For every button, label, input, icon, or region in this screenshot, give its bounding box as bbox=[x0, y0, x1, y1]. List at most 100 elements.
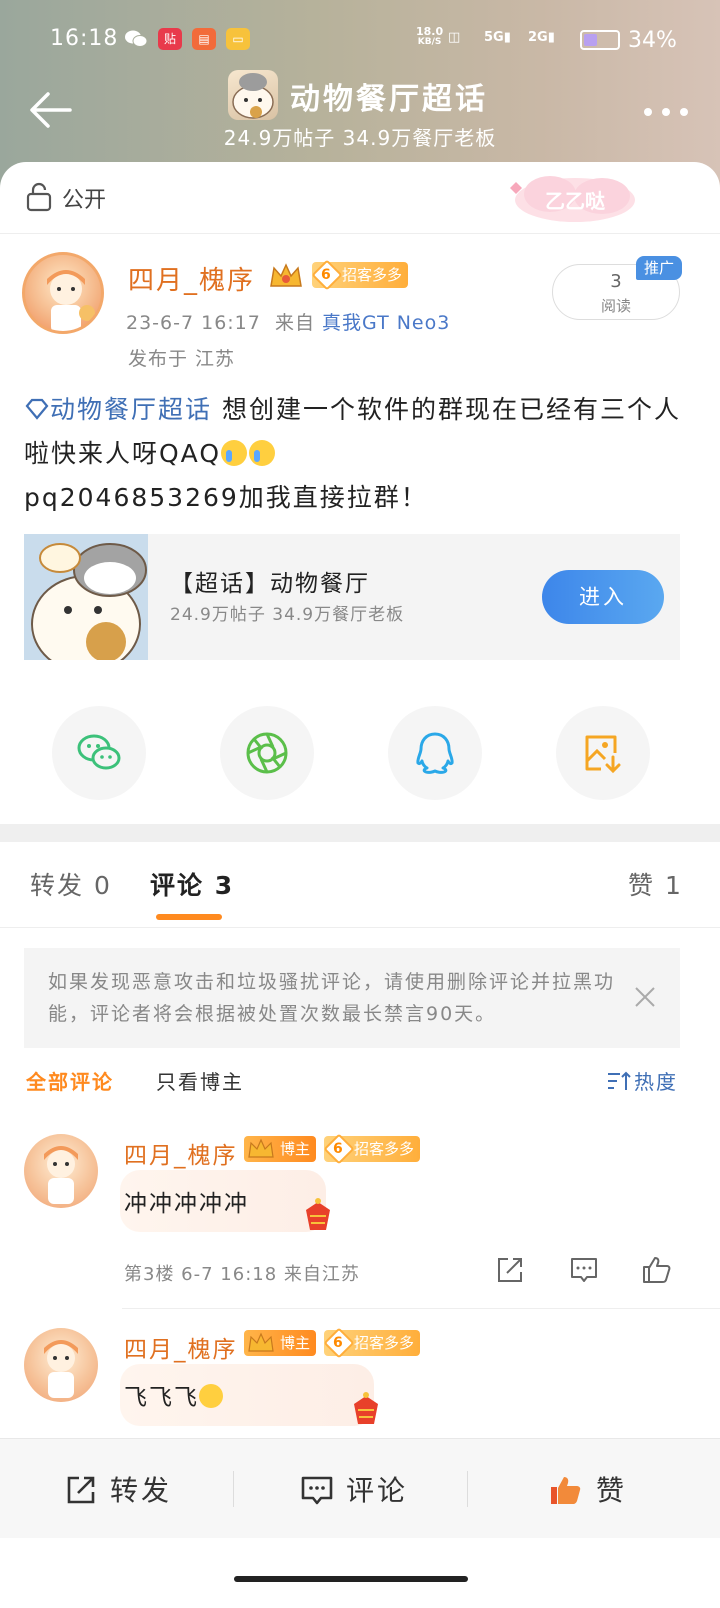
read-label: 阅读 bbox=[600, 297, 631, 315]
excited-emoji-icon bbox=[199, 1384, 223, 1408]
repost-icon bbox=[67, 1476, 95, 1504]
status-time: 16:18 bbox=[50, 26, 119, 51]
decoration-cloud: 乙乙哒 bbox=[510, 176, 635, 222]
filter-all-comments[interactable]: 全部评论 bbox=[26, 1066, 114, 1095]
network-speed: 18.0 KB/S bbox=[416, 25, 444, 47]
comment-meta: 第3楼 6-7 16:18 来自江苏 bbox=[124, 1264, 360, 1285]
crying-emoji-icon bbox=[249, 440, 276, 466]
topic-thumbnail bbox=[24, 534, 148, 660]
share-wechat-button[interactable] bbox=[52, 706, 146, 800]
qq-icon bbox=[416, 732, 454, 774]
post-device[interactable]: 真我GT Neo3 bbox=[322, 312, 450, 334]
like-comment-icon[interactable] bbox=[640, 1254, 672, 1286]
tab-likes[interactable]: 赞 1 bbox=[628, 866, 683, 902]
post-text-2: pq2046853269加我直接拉群！ bbox=[24, 483, 428, 512]
comment-item: 四月_槐序 博主 6 招客多多 冲冲冲冲冲 第3楼 6-7 16:18 来自江苏 bbox=[0, 1133, 720, 1310]
wechat-icon bbox=[77, 734, 121, 770]
reply-comment-icon[interactable] bbox=[568, 1254, 600, 1286]
post-location: 发布于 江苏 bbox=[128, 348, 236, 370]
tab-comments[interactable]: 评论 3 bbox=[150, 866, 234, 902]
post-meta: 23-6-7 16:17 来自 真我GT Neo3 bbox=[126, 312, 451, 334]
crown-icon bbox=[248, 1138, 274, 1158]
notes-notification-icon: ▭ bbox=[226, 28, 250, 50]
moderation-notice: 如果发现恶意攻击和垃圾骚扰评论，请使用删除评论并拉黑功能，评论者将会根据被处置次… bbox=[24, 948, 680, 1048]
section-divider bbox=[0, 824, 720, 842]
promo-tag[interactable]: 推广 bbox=[636, 256, 682, 280]
moments-icon bbox=[246, 732, 288, 774]
save-image-icon bbox=[585, 735, 621, 774]
level-badge: 6 招客多多 bbox=[323, 1133, 420, 1165]
sort-icon[interactable] bbox=[606, 1070, 632, 1092]
commenter-avatar[interactable] bbox=[24, 1134, 98, 1208]
owner-badge: 博主 bbox=[244, 1330, 316, 1356]
comment-item: 四月_槐序 博主 6 招客多多 飞飞飞 bbox=[0, 1327, 720, 1448]
owner-badge: 博主 bbox=[244, 1136, 316, 1162]
firecracker-icon bbox=[354, 1392, 378, 1424]
tab-repost[interactable]: 转发 0 bbox=[30, 866, 112, 902]
comment-button[interactable]: 评论 bbox=[296, 1439, 466, 1539]
topic-avatar[interactable] bbox=[228, 70, 278, 120]
post-card: 公开 乙乙哒 四月_槐序 6 招客多多 23-6-7 16:17 来自 真我GT… bbox=[0, 162, 720, 1462]
level-badge: 6 招客多多 bbox=[323, 1327, 420, 1359]
more-options-icon[interactable] bbox=[644, 108, 690, 118]
post-time: 23-6-7 16:17 bbox=[126, 312, 261, 334]
visibility-row: 公开 乙乙哒 bbox=[0, 162, 720, 234]
comment-text: 飞飞飞 bbox=[124, 1385, 199, 1411]
comment-filter-row: 全部评论 只看博主 热度 bbox=[0, 1062, 720, 1102]
level-badge: 6 招客多多 bbox=[311, 259, 408, 291]
topic-card-title: 【超话】动物餐厅 bbox=[170, 571, 370, 597]
comment-icon bbox=[301, 1476, 333, 1505]
wechat-notification-icon bbox=[124, 28, 148, 50]
battery-icon bbox=[580, 30, 620, 50]
svg-text:乙乙哒: 乙乙哒 bbox=[545, 189, 606, 213]
topic-card-subtitle: 24.9万帖子 34.9万餐厅老板 bbox=[170, 605, 405, 625]
topic-card[interactable]: 【超话】动物餐厅 24.9万帖子 34.9万餐厅老板 进入 bbox=[24, 534, 680, 660]
topic-tag-link[interactable]: 动物餐厅超话 bbox=[24, 395, 212, 424]
thumbs-up-icon bbox=[551, 1477, 581, 1504]
top-bar: 动物餐厅超话 24.9万帖子 34.9万餐厅老板 bbox=[0, 66, 720, 166]
commenter-avatar[interactable] bbox=[24, 1328, 98, 1402]
page-title: 动物餐厅超话 bbox=[290, 82, 488, 117]
notice-text: 如果发现恶意攻击和垃圾骚扰评论，请使用删除评论并拉黑功能，评论者将会根据被处置次… bbox=[48, 971, 616, 1025]
diamond-icon bbox=[25, 398, 49, 420]
comment-bubble: 飞飞飞 bbox=[120, 1364, 374, 1426]
reader-notification-icon: ▤ bbox=[192, 28, 216, 50]
repost-button[interactable]: 转发 bbox=[60, 1439, 230, 1539]
like-button[interactable]: 赞 bbox=[546, 1439, 666, 1539]
battery-percent: 34% bbox=[628, 28, 677, 53]
enter-button[interactable]: 进入 bbox=[542, 570, 664, 624]
share-comment-icon[interactable] bbox=[494, 1254, 526, 1286]
share-moments-button[interactable] bbox=[220, 706, 314, 800]
visibility-label: 公开 bbox=[62, 188, 107, 213]
tieba-notification-icon: 贴 bbox=[158, 28, 182, 50]
active-tab-indicator bbox=[156, 914, 222, 920]
crying-emoji-icon bbox=[221, 440, 248, 466]
firecracker-icon bbox=[306, 1198, 330, 1230]
signal-2-icon: 2G▮ bbox=[528, 30, 555, 45]
commenter-name[interactable]: 四月_槐序 bbox=[124, 1136, 238, 1170]
crown-icon bbox=[248, 1332, 274, 1352]
bar-separator bbox=[467, 1471, 468, 1507]
post-body: 动物餐厅超话 想创建一个软件的群现在已经有三个人啦快来人呀QAQ pq20468… bbox=[24, 388, 694, 520]
author-name[interactable]: 四月_槐序 bbox=[128, 260, 255, 297]
share-qq-button[interactable] bbox=[388, 706, 482, 800]
comment-text: 冲冲冲冲冲 bbox=[124, 1191, 249, 1217]
bar-separator bbox=[233, 1471, 234, 1507]
unlock-icon bbox=[26, 182, 52, 212]
share-row bbox=[0, 706, 720, 802]
filter-owner-only[interactable]: 只看博主 bbox=[156, 1066, 244, 1095]
hd-call-icon: ◫ bbox=[448, 30, 461, 45]
bottom-action-bar: 转发 评论 赞 bbox=[0, 1438, 720, 1538]
comment-divider bbox=[122, 1308, 720, 1309]
signal-1-icon: 5G▮ bbox=[484, 30, 511, 45]
close-icon[interactable] bbox=[634, 986, 656, 1008]
comment-bubble: 冲冲冲冲冲 bbox=[120, 1170, 326, 1232]
sort-by-hot[interactable]: 热度 bbox=[634, 1066, 678, 1095]
comment-tabs: 转发 0 评论 3 赞 1 bbox=[0, 842, 720, 928]
author-avatar[interactable] bbox=[22, 252, 104, 334]
page-subtitle: 24.9万帖子 34.9万餐厅老板 bbox=[223, 126, 497, 150]
save-image-button[interactable] bbox=[556, 706, 650, 800]
home-indicator[interactable] bbox=[234, 1576, 468, 1582]
commenter-name[interactable]: 四月_槐序 bbox=[124, 1330, 238, 1364]
crown-icon bbox=[270, 263, 302, 287]
